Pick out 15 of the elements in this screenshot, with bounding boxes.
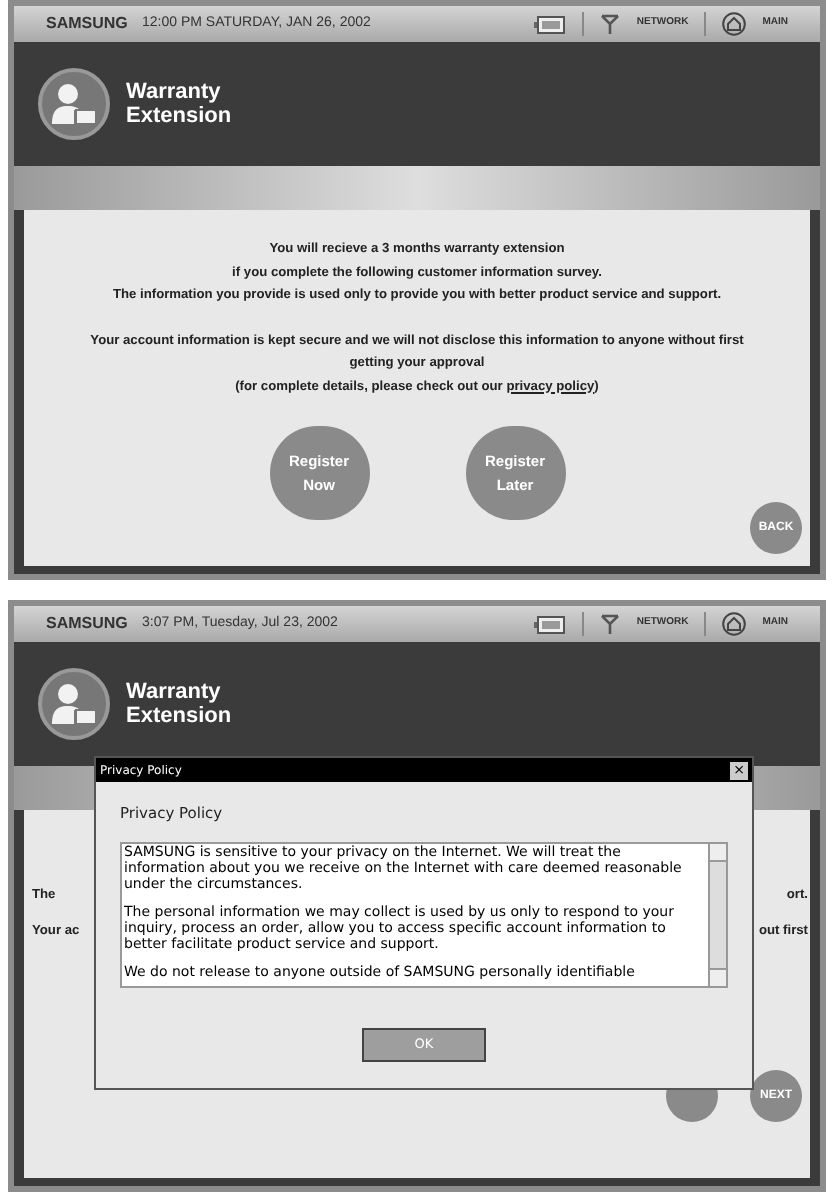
brand-name: SAMSUNG — [46, 12, 130, 36]
user-icon — [38, 668, 110, 740]
scrollbar[interactable] — [708, 844, 726, 987]
antenna-icon — [600, 614, 621, 634]
page-title: Extension — [126, 704, 232, 728]
page-title: Warranty — [126, 80, 223, 104]
battery-icon — [534, 615, 567, 633]
home-icon — [722, 612, 747, 636]
antenna-icon — [600, 14, 621, 34]
page-title: Extension — [126, 104, 232, 128]
user-icon — [38, 68, 110, 140]
brand-name: SAMSUNG — [46, 612, 130, 636]
battery-icon — [534, 15, 567, 33]
home-icon — [722, 12, 747, 36]
page-title: Warranty — [126, 680, 223, 704]
